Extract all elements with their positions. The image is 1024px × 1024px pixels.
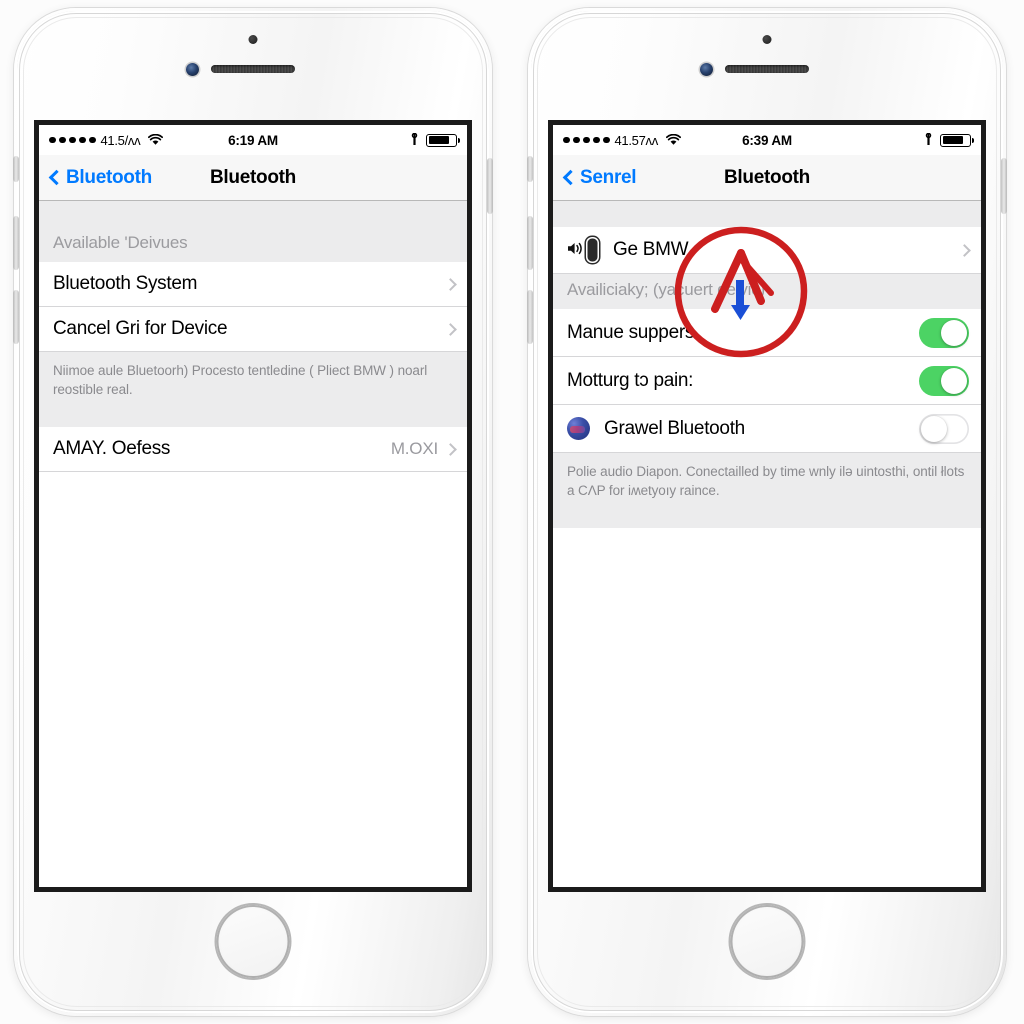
mute-switch[interactable] (13, 156, 19, 182)
status-bar: 41.57ʌʌ 6:39 AM (553, 125, 981, 155)
back-button-label: Senrel (580, 166, 637, 188)
home-button-ring (217, 905, 290, 978)
home-button[interactable] (216, 905, 290, 978)
proximity-sensor-icon (762, 35, 772, 44)
screenshot-stage: 41.5/ʌʌ 6:19 AM Bluetooth Bluetooth Avai… (0, 0, 1024, 1024)
app-icon (567, 417, 590, 440)
battery-icon (426, 133, 460, 147)
power-button[interactable] (487, 158, 493, 214)
battery-icon (940, 133, 974, 147)
section-header-available-devices: Available 'Deivues (39, 227, 467, 262)
list-item-label: AMAY. Oefess (53, 438, 171, 460)
list-item-toggle[interactable]: Motturg tɔ pain: (553, 357, 981, 405)
front-camera-icon (700, 63, 713, 76)
toggle-knob (941, 319, 967, 346)
list-item[interactable]: Cancel Gri for Device (39, 307, 467, 352)
volume-up-button[interactable] (13, 216, 19, 270)
settings-list-right: Ge BMW Availiciaky; (yacuert delvic) Man… (553, 201, 981, 887)
chevron-left-icon (48, 169, 65, 186)
power-button[interactable] (1001, 158, 1007, 214)
chevron-right-icon (444, 322, 457, 336)
status-bar: 41.5/ʌʌ 6:19 AM (39, 125, 467, 155)
front-camera-icon (186, 63, 199, 76)
phone-screen-right: 41.57ʌʌ 6:39 AM Senrel Bluetooth Ge BMW … (548, 120, 986, 892)
toggle-switch[interactable] (919, 317, 969, 348)
list-item[interactable]: Bluetooth System (39, 262, 467, 307)
list-top-gap (39, 201, 467, 227)
list-item-label: Grawel Bluetooth (604, 417, 745, 439)
mute-switch[interactable] (527, 156, 533, 182)
back-button-label: Bluetooth (66, 166, 152, 188)
settings-list-left: Available 'Deivues Bluetooth System Canc… (39, 201, 467, 887)
list-item-label: Cancel Gri for Device (53, 318, 228, 339)
iphone-left: 41.5/ʌʌ 6:19 AM Bluetooth Bluetooth Avai… (13, 8, 493, 1016)
earpiece-speaker (725, 65, 809, 73)
earpiece-speaker (211, 65, 295, 73)
iphone-right: 41.57ʌʌ 6:39 AM Senrel Bluetooth Ge BMW … (527, 8, 1007, 1016)
navigation-bar: Bluetooth Bluetooth (39, 155, 467, 201)
list-top-gap (553, 201, 981, 227)
list-item-label: Motturg tɔ pain: (567, 369, 694, 391)
toggle-switch[interactable] (919, 413, 969, 444)
device-icon-group (567, 237, 599, 263)
alarm-icon (410, 132, 419, 148)
home-button-ring (731, 905, 804, 978)
home-button[interactable] (730, 905, 804, 978)
list-item-label: Bluetooth System (53, 273, 198, 294)
section-header-availability: Availiciaky; (yacuert delvic) (553, 274, 981, 309)
wifi-icon (665, 133, 681, 146)
back-button[interactable]: Senrel (562, 166, 637, 189)
carrier-label: 41.5/ʌʌ (100, 132, 141, 148)
volume-up-button[interactable] (527, 216, 533, 270)
back-button[interactable]: Bluetooth (48, 166, 152, 189)
signal-dots-icon (49, 136, 96, 144)
chevron-right-icon (958, 243, 971, 257)
proximity-sensor-icon (248, 35, 258, 44)
section-footnote: Niimoe aule Bluetoorh) Procesto tentledi… (39, 352, 467, 428)
chevron-right-icon (444, 277, 457, 291)
list-item-value: M.OΧI (390, 439, 438, 459)
toggle-knob (921, 415, 947, 442)
list-item-label: Ge BMW (613, 239, 689, 260)
volume-down-button[interactable] (527, 290, 533, 344)
signal-dots-icon (563, 136, 610, 144)
device-icon (586, 237, 599, 263)
list-item-toggle[interactable]: Grawel Bluetooth (553, 405, 981, 453)
list-item-toggle[interactable]: Manue suppers (553, 309, 981, 357)
navigation-bar: Senrel Bluetooth (553, 155, 981, 201)
carrier-label: 41.57ʌʌ (614, 132, 659, 148)
list-item-paired-device[interactable]: Ge BMW (553, 227, 981, 274)
list-item-label: Manue suppers (567, 321, 695, 343)
phone-screen-left: 41.5/ʌʌ 6:19 AM Bluetooth Bluetooth Avai… (34, 120, 472, 892)
volume-down-button[interactable] (13, 290, 19, 344)
toggle-knob (941, 367, 967, 394)
list-item[interactable]: AMAY. Oefess M.OΧI (39, 427, 467, 473)
chevron-right-icon (444, 442, 457, 456)
section-footnote: Polie audio Diapon. Conectailled by time… (553, 453, 981, 529)
wifi-icon (148, 133, 164, 146)
toggle-switch[interactable] (919, 365, 969, 396)
speaker-icon (567, 241, 584, 260)
chevron-left-icon (562, 169, 579, 186)
alarm-icon (924, 132, 933, 148)
